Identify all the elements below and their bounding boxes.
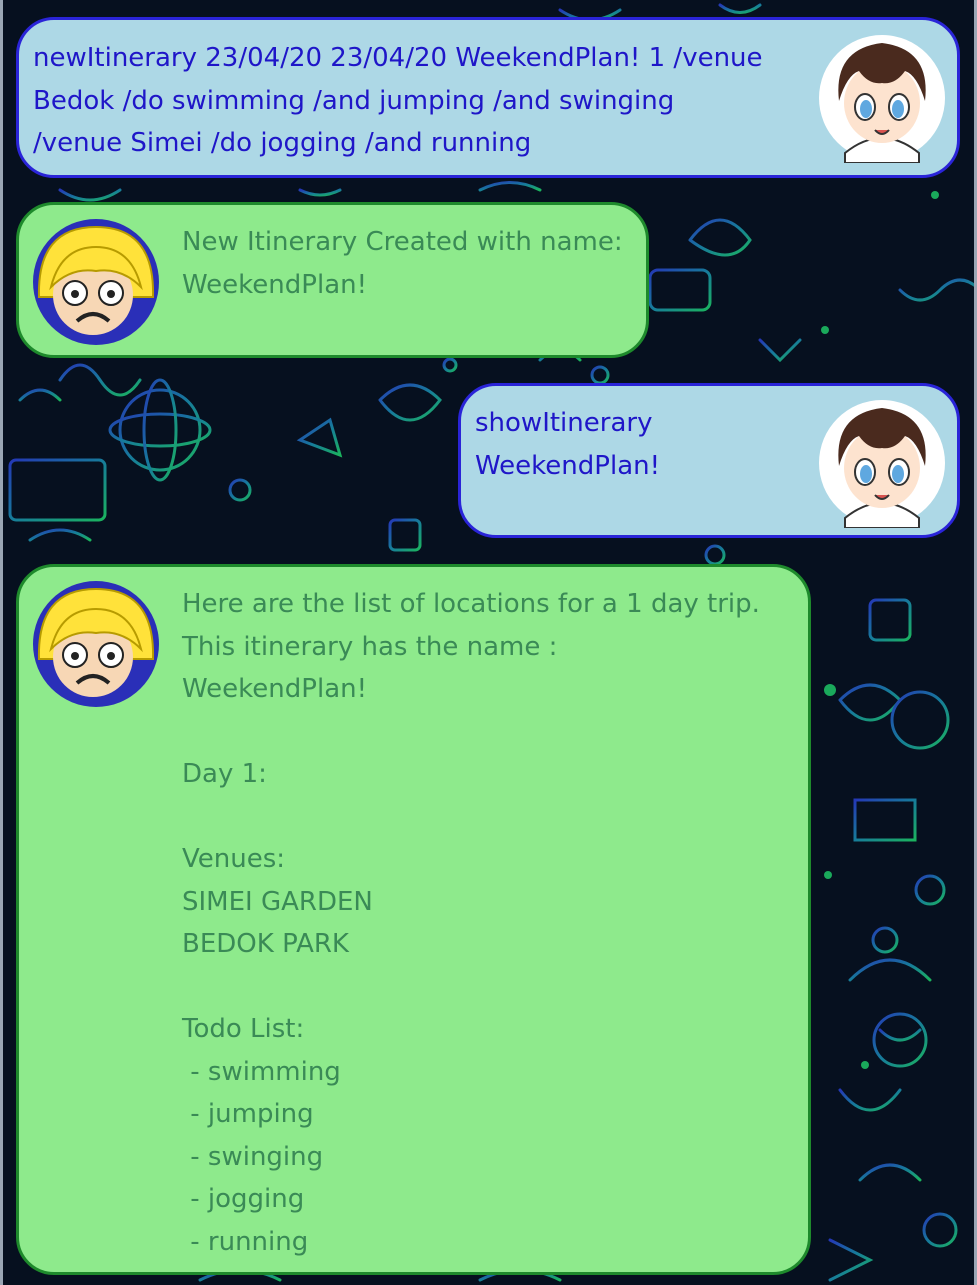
blonde-character-avatar-icon (33, 219, 159, 345)
user-message-bubble: showItinerary WeekendPlan! (458, 383, 960, 538)
brown-haired-boy-avatar-icon (819, 35, 945, 163)
message-text: Here are the list of locations for a 1 d… (182, 589, 760, 1257)
blonde-character-avatar-icon (33, 581, 159, 707)
brown-haired-boy-avatar-icon (819, 400, 945, 528)
user-message-bubble: newItinerary 23/04/20 23/04/20 WeekendPl… (16, 17, 960, 178)
window-border-left (0, 0, 3, 1285)
message-text: showItinerary WeekendPlan! (475, 408, 661, 481)
bot-message-bubble: New Itinerary Created with name: Weekend… (16, 202, 649, 358)
message-text: New Itinerary Created with name: Weekend… (182, 227, 623, 300)
bot-message-bubble: Here are the list of locations for a 1 d… (16, 564, 811, 1275)
message-text: newItinerary 23/04/20 23/04/20 WeekendPl… (33, 43, 763, 158)
